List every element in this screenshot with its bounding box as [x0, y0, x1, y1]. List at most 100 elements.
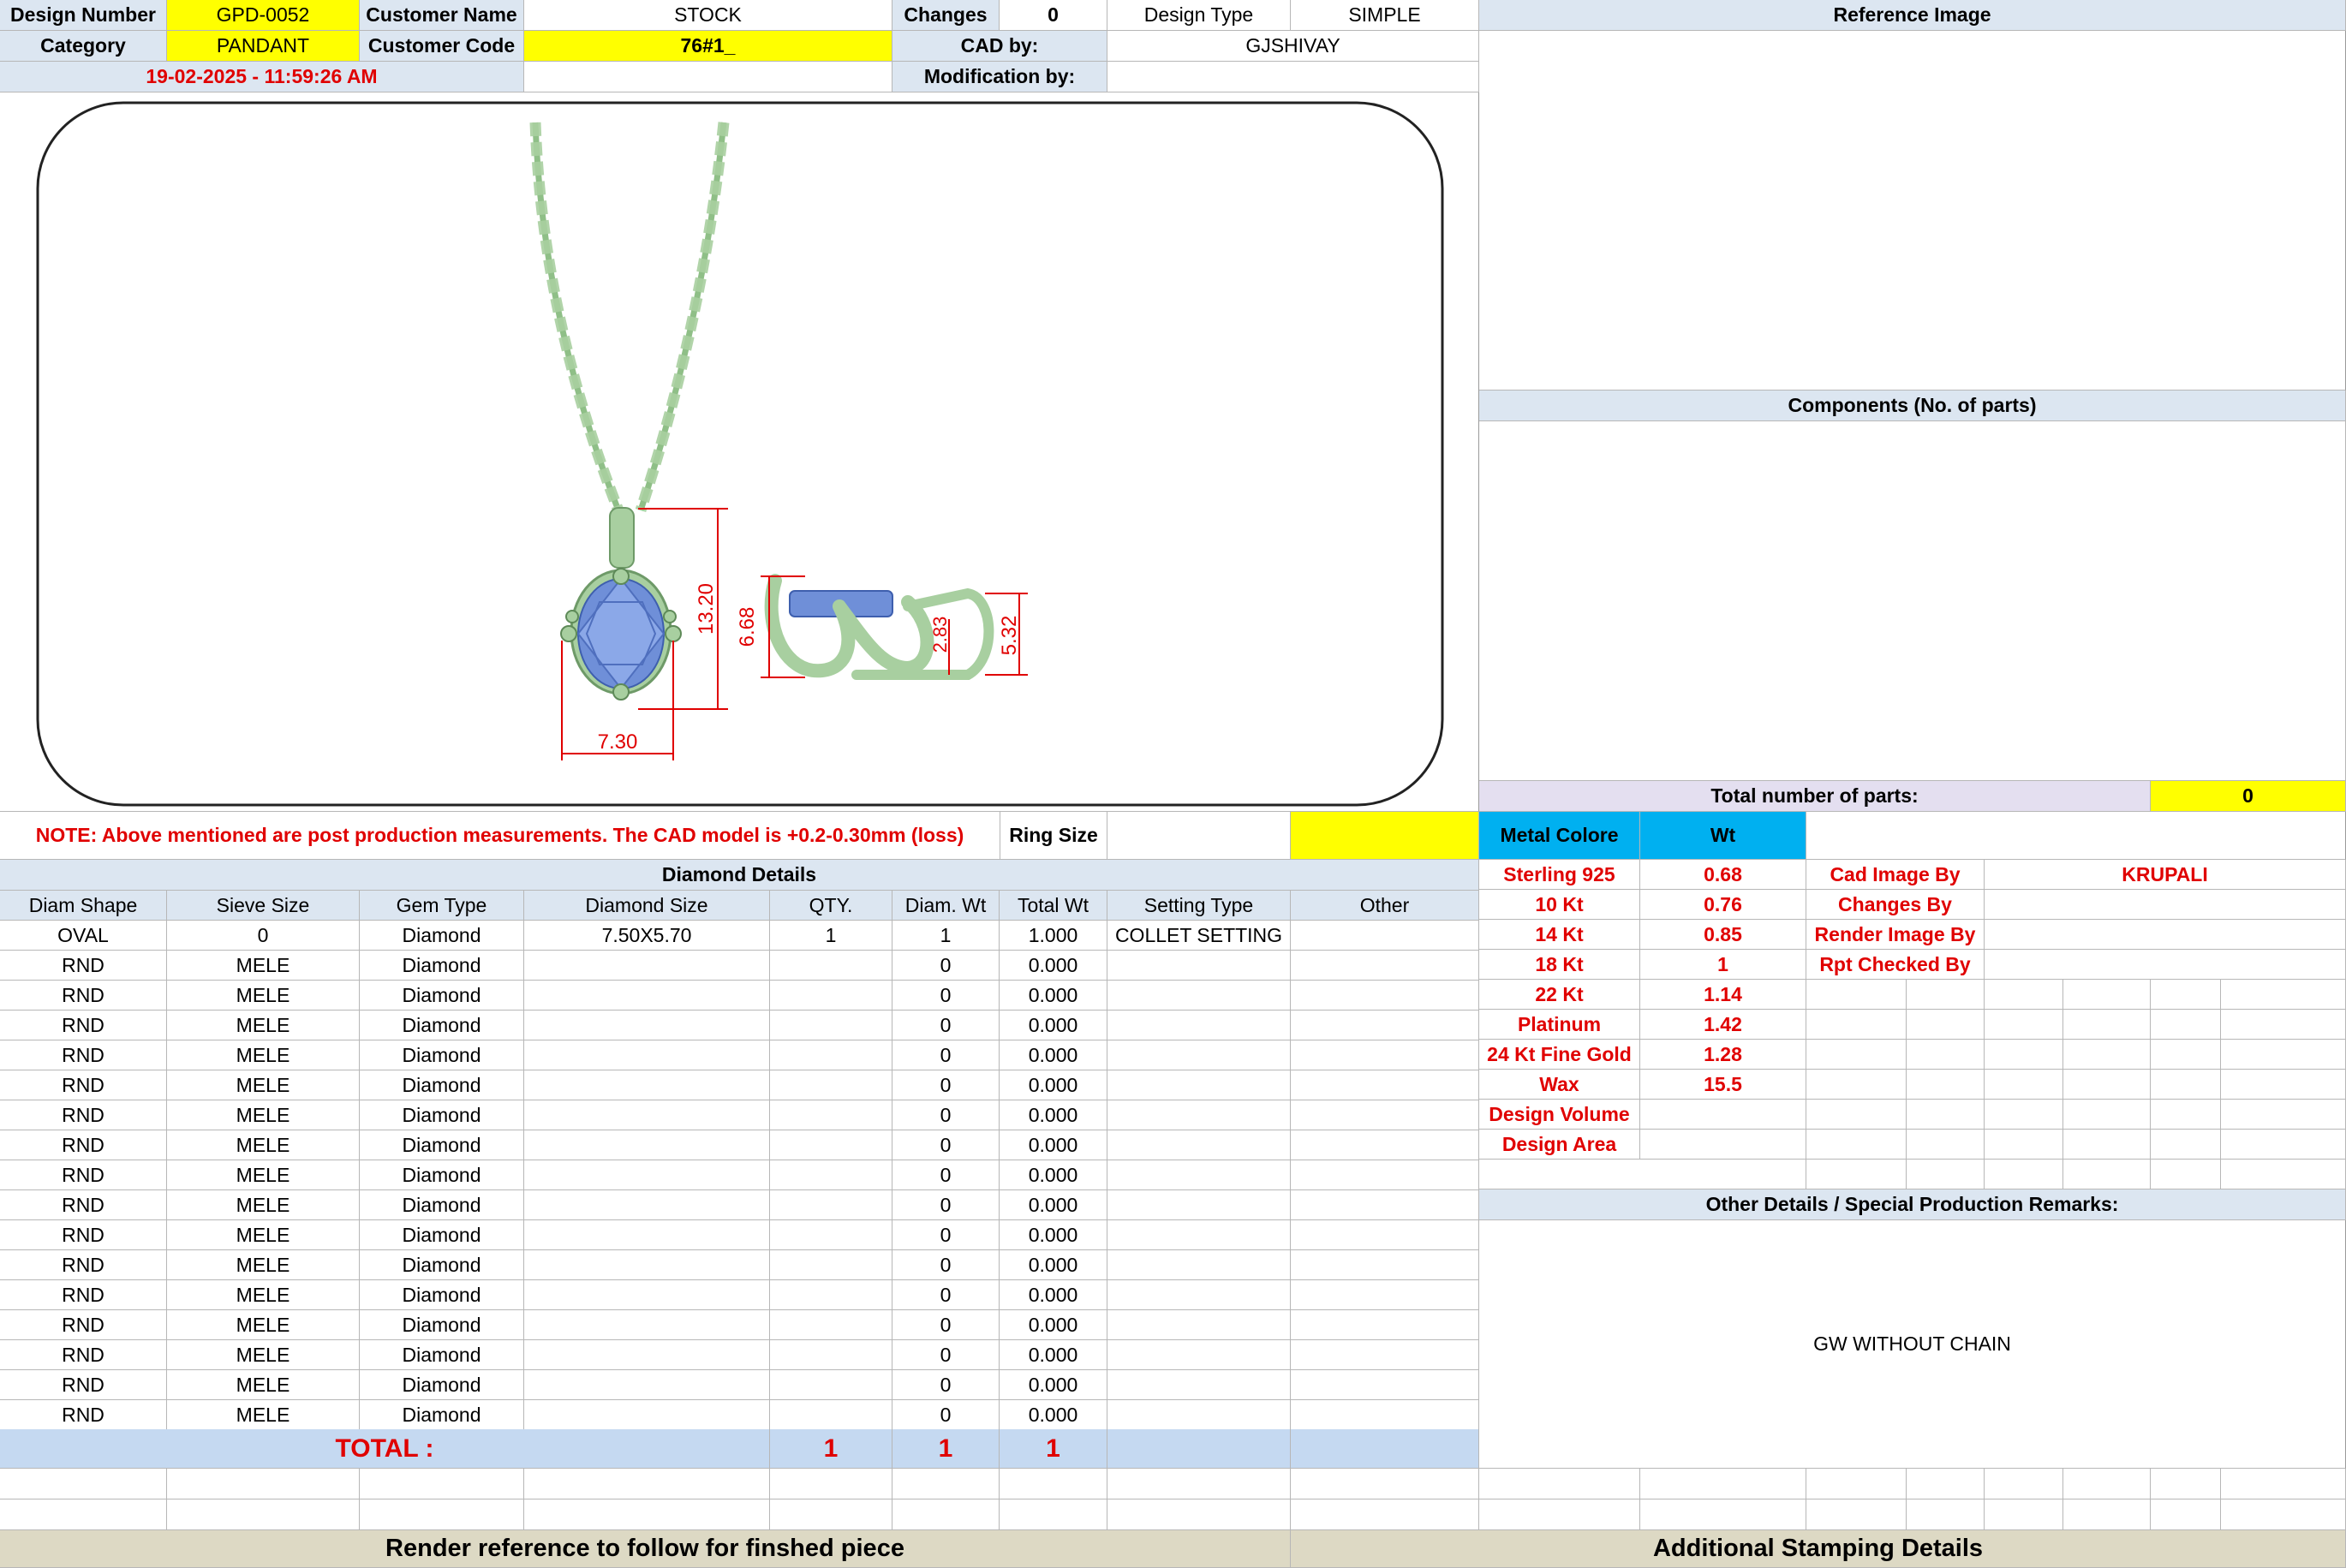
- diamond-cell[interactable]: [524, 1400, 770, 1430]
- changes-value[interactable]: 0: [1000, 0, 1107, 31]
- diamond-cell[interactable]: 0: [892, 1130, 1000, 1160]
- metal-weight[interactable]: 1.28: [1640, 1040, 1806, 1070]
- diamond-cell[interactable]: [1107, 1400, 1291, 1430]
- blank-cell[interactable]: [2221, 1499, 2346, 1530]
- diamond-cell[interactable]: RND: [0, 1310, 167, 1340]
- blank-cell[interactable]: [1985, 1499, 2063, 1530]
- diamond-cell[interactable]: RND: [0, 1070, 167, 1100]
- blank-cell[interactable]: [892, 1499, 1000, 1530]
- diamond-cell[interactable]: [1107, 1011, 1291, 1040]
- blank-cell[interactable]: [2151, 1469, 2221, 1499]
- diamond-cell[interactable]: MELE: [167, 1340, 360, 1370]
- diamond-cell[interactable]: [770, 1011, 892, 1040]
- diamond-cell[interactable]: 0.000: [1000, 1310, 1107, 1340]
- blank-cell[interactable]: [2063, 1040, 2151, 1070]
- blank-cell[interactable]: [1907, 1040, 1985, 1070]
- metal-weight[interactable]: 1.42: [1640, 1010, 1806, 1040]
- diamond-cell[interactable]: 1: [770, 921, 892, 951]
- blank-cell[interactable]: [2063, 1010, 2151, 1040]
- blank-cell[interactable]: [2151, 1070, 2221, 1100]
- metal-weight[interactable]: 0.76: [1640, 890, 1806, 920]
- diamond-cell[interactable]: [1291, 1011, 1479, 1040]
- diamond-cell[interactable]: Diamond: [360, 1100, 524, 1130]
- diamond-cell[interactable]: [524, 1190, 770, 1220]
- metal-weight[interactable]: 15.5: [1640, 1070, 1806, 1100]
- blank-cell[interactable]: [2221, 1010, 2346, 1040]
- diamond-cell[interactable]: [1107, 1160, 1291, 1190]
- diamond-cell[interactable]: RND: [0, 1340, 167, 1370]
- diamond-cell[interactable]: 0: [892, 951, 1000, 981]
- blank-cell[interactable]: [2221, 1130, 2346, 1160]
- diamond-cell[interactable]: Diamond: [360, 1070, 524, 1100]
- rpt-checked-by-value[interactable]: [1985, 950, 2346, 980]
- diamond-cell[interactable]: 0: [892, 1310, 1000, 1340]
- diamond-cell[interactable]: RND: [0, 1400, 167, 1430]
- blank-cell[interactable]: [1479, 1469, 1640, 1499]
- diamond-cell[interactable]: Diamond: [360, 1250, 524, 1280]
- blank-cell[interactable]: [2221, 1070, 2346, 1100]
- diamond-cell[interactable]: 0: [892, 1400, 1000, 1430]
- ring-size-value[interactable]: [1107, 812, 1291, 860]
- blank-cell[interactable]: [1907, 1010, 1985, 1040]
- diamond-cell[interactable]: [524, 1310, 770, 1340]
- modification-by-value[interactable]: [1107, 62, 1479, 92]
- diamond-cell[interactable]: [1291, 1400, 1479, 1430]
- diamond-cell[interactable]: 0: [892, 1070, 1000, 1100]
- diamond-cell[interactable]: MELE: [167, 1160, 360, 1190]
- blank-cell[interactable]: [1640, 1499, 1806, 1530]
- diamond-cell[interactable]: [1107, 1310, 1291, 1340]
- blank-cell[interactable]: [1985, 980, 2063, 1010]
- diamond-cell[interactable]: [1107, 1280, 1291, 1310]
- diamond-cell[interactable]: [1107, 1130, 1291, 1160]
- diamond-cell[interactable]: [770, 1310, 892, 1340]
- diamond-cell[interactable]: 0.000: [1000, 1190, 1107, 1220]
- blank-cell[interactable]: [1806, 1100, 1907, 1130]
- diamond-cell[interactable]: Diamond: [360, 1040, 524, 1070]
- blank-cell[interactable]: [360, 1469, 524, 1499]
- diamond-cell[interactable]: Diamond: [360, 1160, 524, 1190]
- blank-cell[interactable]: [524, 1469, 770, 1499]
- diamond-cell[interactable]: 0: [892, 981, 1000, 1011]
- diamond-cell[interactable]: [1291, 1310, 1479, 1340]
- diamond-cell[interactable]: RND: [0, 1220, 167, 1250]
- blank-cell[interactable]: [1806, 1010, 1907, 1040]
- diamond-cell[interactable]: Diamond: [360, 921, 524, 951]
- blank-cell[interactable]: [1000, 1469, 1107, 1499]
- diamond-cell[interactable]: MELE: [167, 1220, 360, 1250]
- blank-cell[interactable]: [1806, 1070, 1907, 1100]
- diamond-cell[interactable]: RND: [0, 1250, 167, 1280]
- blank-cell[interactable]: [2151, 1499, 2221, 1530]
- diamond-cell[interactable]: [770, 1130, 892, 1160]
- category-value[interactable]: PANDANT: [167, 31, 360, 62]
- blank-cell[interactable]: [2221, 1040, 2346, 1070]
- blank-cell[interactable]: [2063, 980, 2151, 1010]
- diamond-cell[interactable]: [524, 1250, 770, 1280]
- diamond-cell[interactable]: 0: [892, 1011, 1000, 1040]
- metal-weight[interactable]: 1.14: [1640, 980, 1806, 1010]
- blank-cell[interactable]: [1291, 1499, 1479, 1530]
- blank-cell[interactable]: [1806, 1160, 1907, 1189]
- diamond-cell[interactable]: OVAL: [0, 921, 167, 951]
- blank-cell[interactable]: [0, 1469, 167, 1499]
- blank-cell[interactable]: [2063, 1100, 2151, 1130]
- blank-cell[interactable]: [360, 1499, 524, 1530]
- diamond-cell[interactable]: 0.000: [1000, 1220, 1107, 1250]
- blank-cell[interactable]: [892, 1469, 1000, 1499]
- diamond-cell[interactable]: 0: [892, 1160, 1000, 1190]
- blank-cell[interactable]: [2151, 980, 2221, 1010]
- blank-cell[interactable]: [2151, 1100, 2221, 1130]
- diamond-cell[interactable]: [524, 1040, 770, 1070]
- changes-by-value[interactable]: [1985, 890, 2346, 920]
- diamond-cell[interactable]: RND: [0, 1130, 167, 1160]
- blank-cell[interactable]: [1291, 1469, 1479, 1499]
- diamond-cell[interactable]: MELE: [167, 1400, 360, 1430]
- diamond-cell[interactable]: [524, 981, 770, 1011]
- diamond-cell[interactable]: 0.000: [1000, 1250, 1107, 1280]
- diamond-cell[interactable]: MELE: [167, 1250, 360, 1280]
- diamond-cell[interactable]: [770, 1370, 892, 1400]
- cad-image-by-value[interactable]: KRUPALI: [1985, 860, 2346, 890]
- diamond-cell[interactable]: MELE: [167, 1070, 360, 1100]
- diamond-cell[interactable]: [770, 1070, 892, 1100]
- diamond-cell[interactable]: [1107, 951, 1291, 981]
- blank-cell[interactable]: [167, 1469, 360, 1499]
